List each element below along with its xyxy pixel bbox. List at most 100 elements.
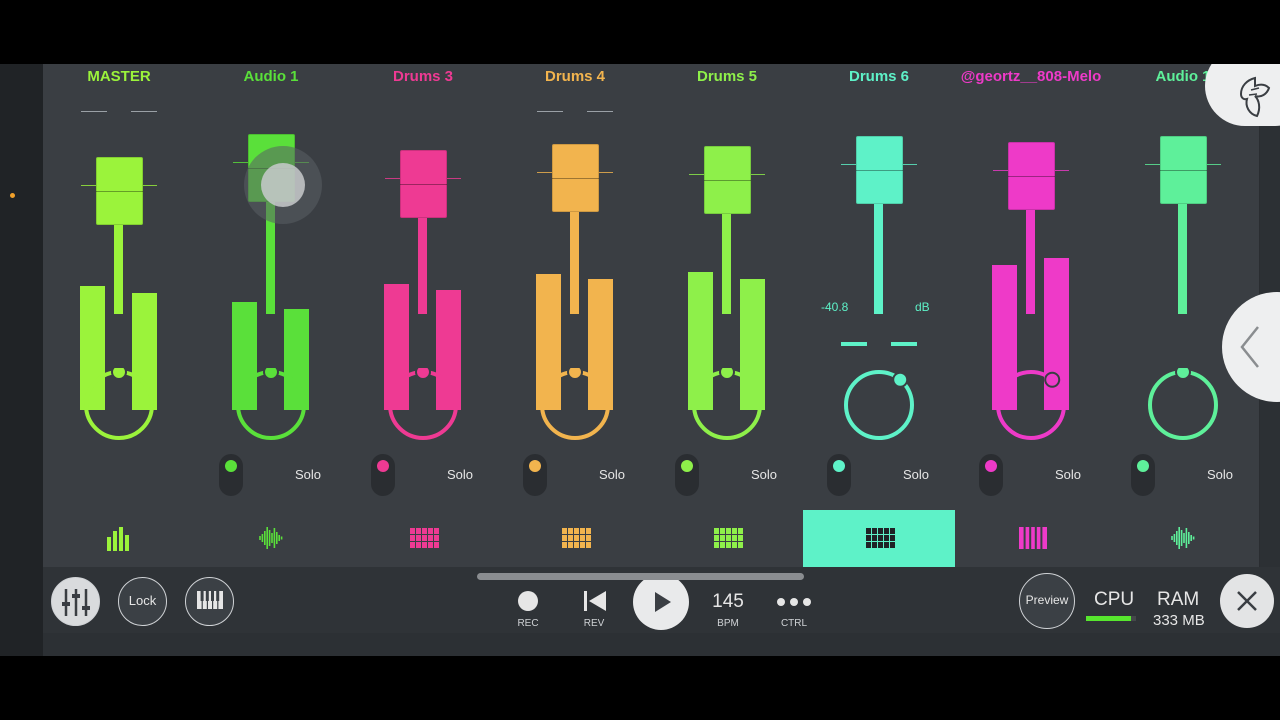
- preview-button[interactable]: Preview: [1019, 573, 1075, 629]
- fader-knob[interactable]: [1008, 142, 1055, 210]
- channel-type-button[interactable]: [43, 510, 195, 567]
- db-unit: dB: [915, 300, 930, 314]
- mixer-channel-2[interactable]: Audio 1 Solo: [195, 64, 348, 567]
- peak-marker-left: [81, 111, 107, 112]
- record-label: REC: [517, 618, 539, 629]
- solo-control[interactable]: Solo: [955, 448, 1107, 508]
- touch-indicator: [244, 146, 322, 224]
- lock-button[interactable]: Lock: [118, 577, 167, 626]
- pan-knob[interactable]: [842, 368, 916, 442]
- home-indicator[interactable]: [477, 573, 804, 580]
- play-button[interactable]: [633, 574, 689, 630]
- solo-switch[interactable]: [675, 454, 699, 496]
- bpm-value: 145: [712, 591, 744, 612]
- solo-label: Solo: [1055, 467, 1082, 482]
- ram-value: 333 MB: [1153, 612, 1205, 629]
- left-edge-bar: [0, 64, 43, 656]
- pan-knob[interactable]: [994, 368, 1068, 442]
- channel-name: MASTER: [87, 68, 151, 85]
- peak-marker-left: [537, 111, 563, 112]
- solo-label: Solo: [447, 467, 474, 482]
- solo-switch[interactable]: [827, 454, 851, 496]
- mixer-sliders-icon: [62, 589, 90, 616]
- record-icon: [518, 591, 538, 611]
- channel-type-button[interactable]: [499, 510, 651, 567]
- solo-switch[interactable]: [523, 454, 547, 496]
- control-button[interactable]: CTRL: [774, 581, 814, 629]
- solo-label: Solo: [903, 467, 930, 482]
- solo-control[interactable]: Solo: [803, 448, 955, 508]
- channel-type-button[interactable]: [195, 510, 347, 567]
- channel-name: Drums 6: [848, 68, 910, 85]
- fader-knob[interactable]: [552, 144, 599, 213]
- pan-knob[interactable]: [234, 368, 308, 442]
- solo-label: Solo: [1207, 467, 1234, 482]
- mixer-screen: MASTER Audio 1 Solo Drums 3 Solo Drums 4 Solo D…: [0, 64, 1280, 656]
- fader-knob[interactable]: [400, 150, 447, 219]
- mixer-channel-4[interactable]: Drums 4 Solo: [499, 64, 652, 567]
- solo-label: Solo: [295, 467, 322, 482]
- channel-name: @geortz__808-Melo: [960, 68, 1102, 85]
- control-label: CTRL: [780, 618, 808, 629]
- cpu-meter: [1086, 616, 1136, 621]
- mixer-channel-1[interactable]: MASTER: [43, 64, 196, 567]
- preview-label: Preview: [1025, 593, 1069, 607]
- solo-control[interactable]: Solo: [499, 448, 651, 508]
- channel-name: Drums 3: [392, 68, 454, 85]
- solo-control[interactable]: Solo: [195, 448, 347, 508]
- channel-name: Drums 5: [696, 68, 758, 85]
- mixer-channel-7[interactable]: @geortz__808-Melo Solo: [955, 64, 1108, 567]
- solo-label: Solo: [751, 467, 778, 482]
- mixer-view-button[interactable]: [51, 577, 100, 626]
- piano-keys-icon: [196, 591, 223, 609]
- record-button[interactable]: REC: [508, 581, 548, 629]
- solo-control[interactable]: Solo: [1107, 448, 1259, 508]
- mixer-channel-3[interactable]: Drums 3 Solo: [347, 64, 500, 567]
- mixer-channel-6[interactable]: Drums 6 Solo -40.8 dB: [803, 64, 956, 567]
- play-icon: [655, 592, 671, 612]
- skip-back-icon: [584, 591, 606, 611]
- close-icon: [1237, 591, 1257, 611]
- notification-dot: [10, 193, 15, 198]
- rewind-button[interactable]: REV: [574, 581, 614, 629]
- solo-control[interactable]: Solo: [651, 448, 803, 508]
- solo-label: Solo: [599, 467, 626, 482]
- solo-switch[interactable]: [979, 454, 1003, 496]
- channel-name: Audio 1: [243, 68, 299, 85]
- mixer-channel-5[interactable]: Drums 5 Solo: [651, 64, 804, 567]
- pan-knob[interactable]: [82, 368, 156, 442]
- ram-label: RAM: [1157, 589, 1200, 610]
- pan-knob[interactable]: [386, 368, 460, 442]
- more-dots-icon: [777, 598, 811, 606]
- tempo-button[interactable]: 145 BPM: [703, 581, 753, 629]
- mixer-strips: MASTER Audio 1 Solo Drums 3 Solo Drums 4 Solo D…: [43, 64, 1280, 567]
- fader-knob[interactable]: [1160, 135, 1207, 204]
- meter-floor-marker: [891, 342, 917, 346]
- channel-type-button[interactable]: [651, 510, 803, 567]
- cpu-label: CPU: [1094, 589, 1135, 610]
- solo-switch[interactable]: [219, 454, 243, 496]
- peak-marker-right: [587, 111, 613, 112]
- pan-knob[interactable]: [538, 368, 612, 442]
- rewind-label: REV: [583, 618, 605, 629]
- meter-floor-marker: [841, 342, 867, 346]
- channel-type-button[interactable]: [1107, 510, 1259, 567]
- lock-label: Lock: [128, 593, 157, 608]
- fader-knob[interactable]: [856, 135, 903, 204]
- pan-knob[interactable]: [690, 368, 764, 442]
- close-button[interactable]: [1220, 574, 1274, 628]
- channel-name: Drums 4: [544, 68, 606, 85]
- fader-knob[interactable]: [704, 146, 751, 215]
- solo-switch[interactable]: [1131, 454, 1155, 496]
- db-value: -40.8: [821, 300, 849, 314]
- bpm-label: BPM: [717, 618, 739, 629]
- chevron-left-icon: [1240, 326, 1259, 368]
- channel-type-button[interactable]: [347, 510, 499, 567]
- channel-type-button[interactable]: [803, 510, 955, 567]
- solo-switch[interactable]: [371, 454, 395, 496]
- pan-knob[interactable]: [1146, 368, 1220, 442]
- channel-type-button[interactable]: [955, 510, 1107, 567]
- fader-knob[interactable]: [96, 156, 143, 225]
- piano-roll-button[interactable]: [185, 577, 234, 626]
- solo-control[interactable]: Solo: [347, 448, 499, 508]
